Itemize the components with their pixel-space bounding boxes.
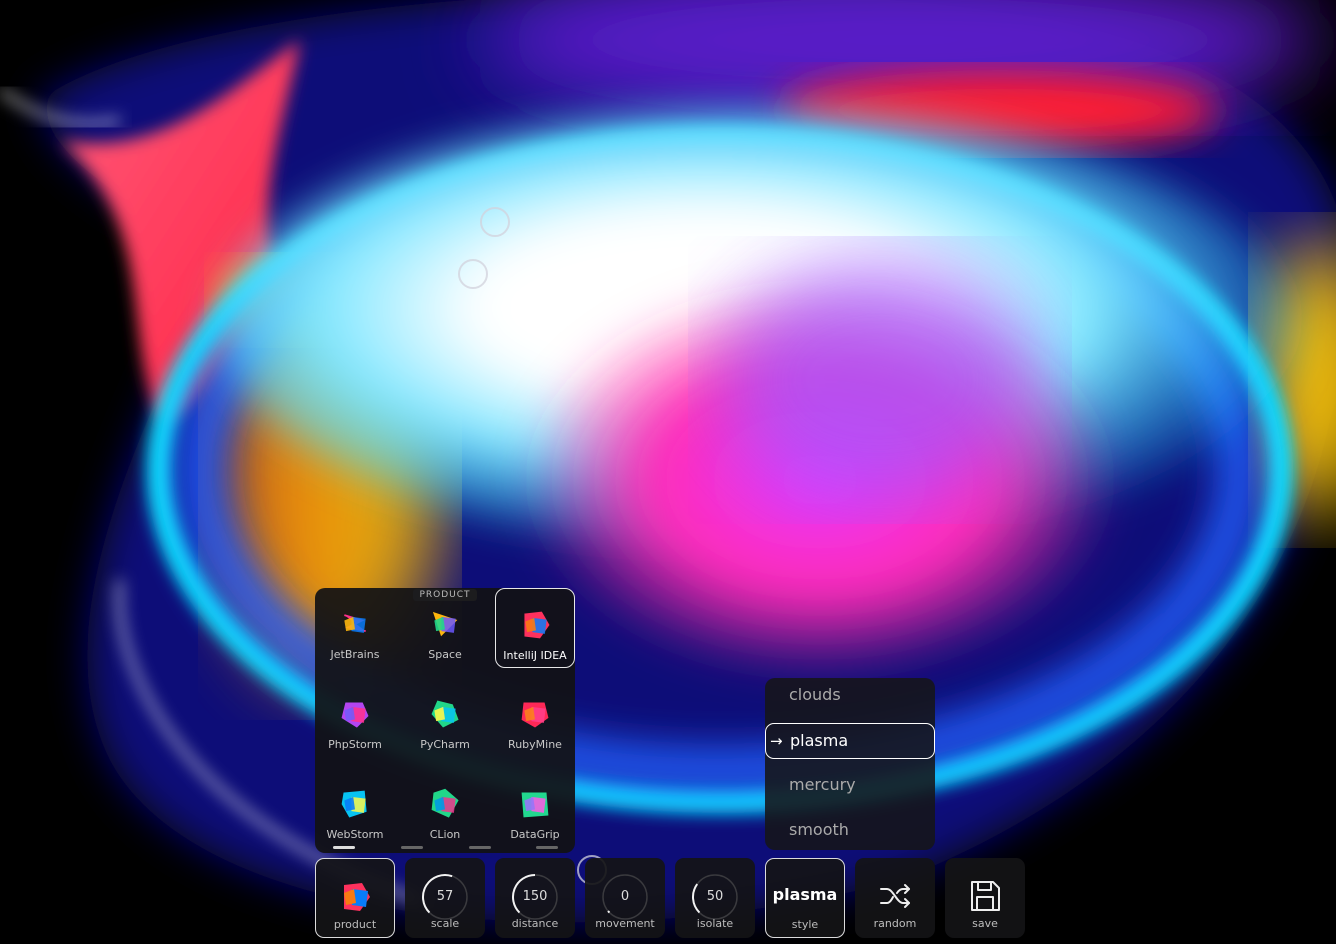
page-indicator-2[interactable]	[401, 846, 423, 849]
save-button[interactable]: save	[945, 858, 1025, 938]
style-option-clouds[interactable]: clouds	[765, 678, 935, 714]
page-indicator-3[interactable]	[469, 846, 491, 849]
jetbrains-logo-icon	[344, 614, 366, 633]
style-option-plasma[interactable]: → plasma	[765, 723, 935, 759]
random-label: random	[873, 917, 917, 930]
product-item-pycharm[interactable]: PyCharm	[405, 678, 485, 758]
product-item-label: IntelliJ IDEA	[503, 649, 567, 662]
distance-label: distance	[511, 917, 559, 930]
random-button[interactable]: random	[855, 858, 935, 938]
scale-label: scale	[430, 917, 460, 930]
product-item-jetbrains[interactable]: JetBrains	[315, 588, 395, 668]
style-value: plasma	[772, 885, 838, 904]
control-point-handle[interactable]	[480, 207, 510, 237]
space-logo-icon	[432, 611, 458, 637]
isolate-value: 50	[706, 889, 724, 904]
product-item-label: PyCharm	[420, 738, 470, 751]
product-panel: PRODUCT JetBrains Space IntelliJ IDEA PhpSt…	[315, 588, 575, 853]
movement-dial[interactable]: 0 movement	[585, 858, 665, 938]
page-indicator-4[interactable]	[536, 846, 558, 849]
product-item-space[interactable]: Space	[405, 588, 485, 668]
pycharm-logo-icon	[431, 700, 459, 728]
style-option-mercury[interactable]: mercury	[765, 768, 935, 804]
datagrip-logo-icon	[521, 792, 549, 818]
product-item-label: CLion	[429, 828, 461, 841]
phpstorm-logo-icon	[341, 702, 369, 728]
scale-dial[interactable]: 57 scale	[405, 858, 485, 938]
product-item-phpstorm[interactable]: PhpStorm	[315, 678, 395, 758]
product-item-label: JetBrains	[330, 648, 380, 661]
product-item-label: PhpStorm	[328, 738, 382, 751]
webstorm-logo-icon	[341, 790, 367, 818]
isolate-label: isolate	[696, 917, 734, 930]
control-point-handle[interactable]	[458, 259, 488, 289]
product-item-rubymine[interactable]: RubyMine	[495, 678, 575, 758]
page-indicator-1[interactable]	[333, 846, 355, 849]
style-dropdown: clouds → plasma mercury smooth	[765, 678, 935, 850]
product-button-label: product	[333, 918, 377, 931]
movement-value: 0	[620, 889, 630, 904]
product-item-intellij-idea[interactable]: IntelliJ IDEA	[495, 588, 575, 668]
arrow-right-icon: →	[770, 732, 783, 750]
dial-arc	[607, 910, 611, 914]
floppy-disk-icon	[971, 881, 1000, 911]
scale-value: 57	[436, 889, 454, 904]
product-item-webstorm[interactable]: WebStorm	[315, 768, 395, 848]
product-item-label: RubyMine	[508, 738, 562, 751]
product-item-clion[interactable]: CLion	[405, 768, 485, 848]
product-button[interactable]: product	[315, 858, 395, 938]
plasma-canvas[interactable]	[0, 0, 1336, 944]
movement-label: movement	[595, 917, 655, 930]
style-label: style	[791, 918, 819, 931]
intellij-idea-logo-icon	[524, 611, 550, 639]
intellij-idea-logo-icon	[344, 883, 370, 911]
save-label: save	[972, 917, 998, 930]
distance-value: 150	[522, 889, 548, 904]
style-option-smooth[interactable]: smooth	[765, 813, 935, 849]
rubymine-logo-icon	[521, 702, 549, 728]
product-item-label: WebStorm	[326, 828, 384, 841]
product-item-label: Space	[428, 648, 462, 661]
product-item-label: DataGrip	[510, 828, 560, 841]
distance-dial[interactable]: 150 distance	[495, 858, 575, 938]
product-item-datagrip[interactable]: DataGrip	[495, 768, 575, 848]
clion-logo-icon	[431, 788, 459, 818]
shuffle-icon	[880, 884, 910, 908]
isolate-dial[interactable]: 50 isolate	[675, 858, 755, 938]
style-button[interactable]: plasma style	[765, 858, 845, 938]
